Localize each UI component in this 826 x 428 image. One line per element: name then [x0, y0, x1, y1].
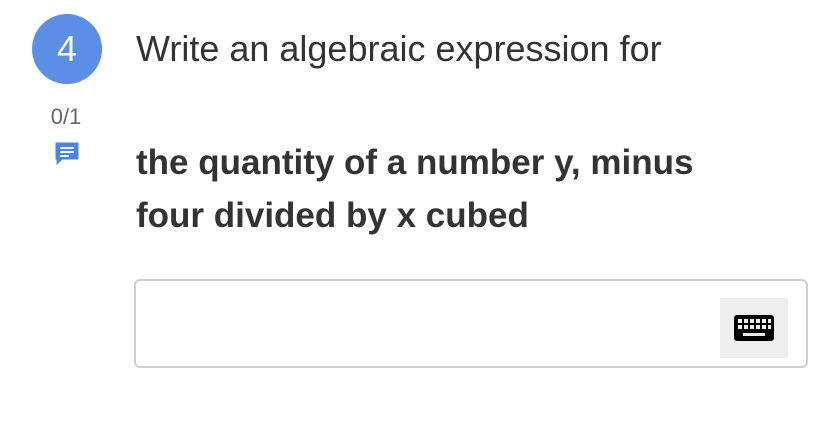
- answer-field[interactable]: [134, 279, 808, 368]
- question-expression: the quantity of a number y, minus four d…: [136, 136, 796, 242]
- comment-icon[interactable]: [54, 141, 80, 167]
- expression-line-2: four divided by x cubed: [136, 196, 529, 235]
- keyboard-icon: [734, 315, 774, 341]
- question-number: 4: [56, 28, 78, 69]
- question-number-badge: 4: [32, 14, 102, 84]
- question-prompt: Write an algebraic expression for: [136, 28, 662, 69]
- math-keyboard-button[interactable]: [720, 298, 788, 358]
- expression-line-1: the quantity of a number y, minus: [136, 143, 694, 182]
- question-score: 0/1: [50, 104, 82, 129]
- answer-input[interactable]: [148, 297, 708, 349]
- question-card: 4 0/1 Write an algebraic expression for …: [0, 0, 826, 428]
